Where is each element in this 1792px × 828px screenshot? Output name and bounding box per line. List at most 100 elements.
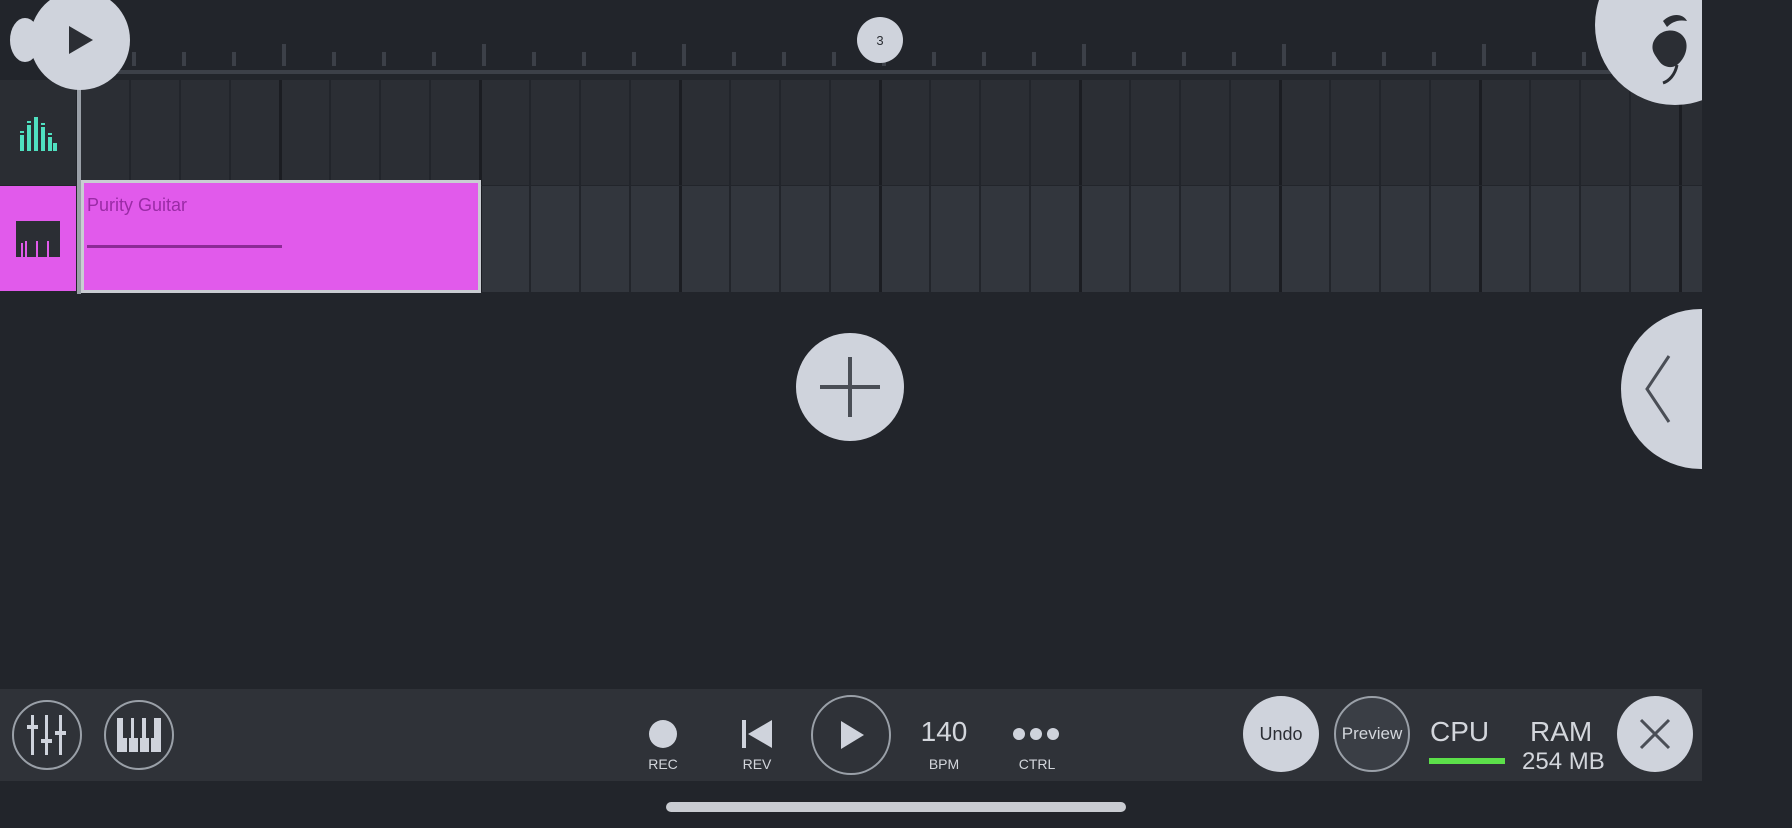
grid-line [1679,186,1682,292]
grid-line [1429,186,1431,292]
grid-line [1529,186,1531,292]
piano-keys-icon [16,220,60,257]
ruler-tick [332,52,336,66]
fruit-logo-icon [1652,15,1687,85]
mixer-button[interactable] [12,700,82,770]
track-header-audio[interactable] [0,80,76,185]
piano-keys-icon [117,718,161,752]
grid-line [579,186,581,292]
ruler-tick [582,52,586,66]
grid-line [179,80,181,185]
grid-line [629,80,631,185]
grid-line [529,186,531,292]
playlist-track-row-1[interactable] [81,80,1702,185]
grid-line [729,80,731,185]
grid-line [1479,80,1482,185]
grid-line [579,80,581,185]
ruler-tick [1132,52,1136,66]
level-meter-icon [20,116,57,151]
grid-line [129,80,131,185]
ruler-tick [1182,52,1186,66]
clip-note-line [87,245,282,248]
ruler-tick [1332,52,1336,66]
home-indicator[interactable] [666,802,1126,812]
grid-line [1079,186,1082,292]
grid-line [779,80,781,185]
ram-label: RAM [1530,716,1593,747]
close-icon [1639,718,1671,750]
grid-line [929,186,931,292]
close-button[interactable] [1617,696,1693,772]
ruler-tick [632,52,636,66]
grid-line [1629,80,1631,185]
grid-line [1179,186,1181,292]
grid-line [1029,186,1031,292]
ruler-tick [732,52,736,66]
ruler-tick [482,44,486,66]
ruler-tick [1032,52,1036,66]
grid-line [379,80,381,185]
ruler-tick [1382,52,1386,66]
grid-line [1429,80,1431,185]
ruler-tick [182,52,186,66]
ruler-tick [1282,44,1286,66]
add-track-button[interactable] [796,333,904,441]
undo-label: Undo [1259,723,1303,744]
piano-roll-button[interactable] [104,700,174,770]
grid-line [1279,80,1282,185]
rec-label: REC [648,756,678,772]
ram-value: 254 MB [1522,748,1605,775]
cpu-meter [1429,758,1505,764]
ruler-tick [1232,52,1236,66]
play-button[interactable] [811,695,891,775]
bpm-label: BPM [928,756,960,772]
side-panel-toggle[interactable] [1621,309,1702,469]
pattern-clip[interactable]: Purity Guitar [81,180,481,293]
grid-line [429,80,431,185]
grid-line [1179,80,1181,185]
grid-line [829,186,831,292]
ruler-tick [1582,52,1586,66]
bar-position-marker[interactable]: 3 [857,17,903,63]
ruler-tick [532,52,536,66]
grid-line [1579,80,1581,185]
ruler-tick [682,44,686,66]
rewind-icon[interactable] [740,718,774,750]
ruler-tick [782,52,786,66]
grid-line [1029,80,1031,185]
ruler-tick [1082,44,1086,66]
grid-line [729,186,731,292]
grid-line [329,80,331,185]
grid-line [1229,80,1231,185]
grid-line [979,80,981,185]
play-icon [69,26,93,54]
ruler-tick [982,52,986,66]
chevron-left-icon [1645,355,1671,423]
grid-line [979,186,981,292]
grid-line [1129,186,1131,292]
grid-line [479,80,482,185]
grid-line [1129,80,1131,185]
ruler-tick [1482,44,1486,66]
playhead[interactable] [77,78,81,294]
bpm-value[interactable]: 140 [916,716,972,748]
mixer-faders-icon [27,715,66,755]
preview-button[interactable]: Preview [1334,696,1410,772]
grid-line [1529,80,1531,185]
grid-line [679,186,682,292]
grid-line [1579,186,1581,292]
cpu-label: CPU [1430,716,1490,747]
ruler-tick [1532,52,1536,66]
track-header-instrument[interactable] [0,186,76,291]
ruler-tick [832,52,836,66]
more-dots-icon[interactable] [1012,726,1060,742]
grid-line [1379,80,1381,185]
grid-line [829,80,831,185]
undo-button[interactable]: Undo [1243,696,1319,772]
grid-line [679,80,682,185]
record-button[interactable] [649,720,677,748]
grid-line [929,80,931,185]
ruler-tick [382,52,386,66]
grid-line [879,80,882,185]
grid-line [1329,80,1331,185]
